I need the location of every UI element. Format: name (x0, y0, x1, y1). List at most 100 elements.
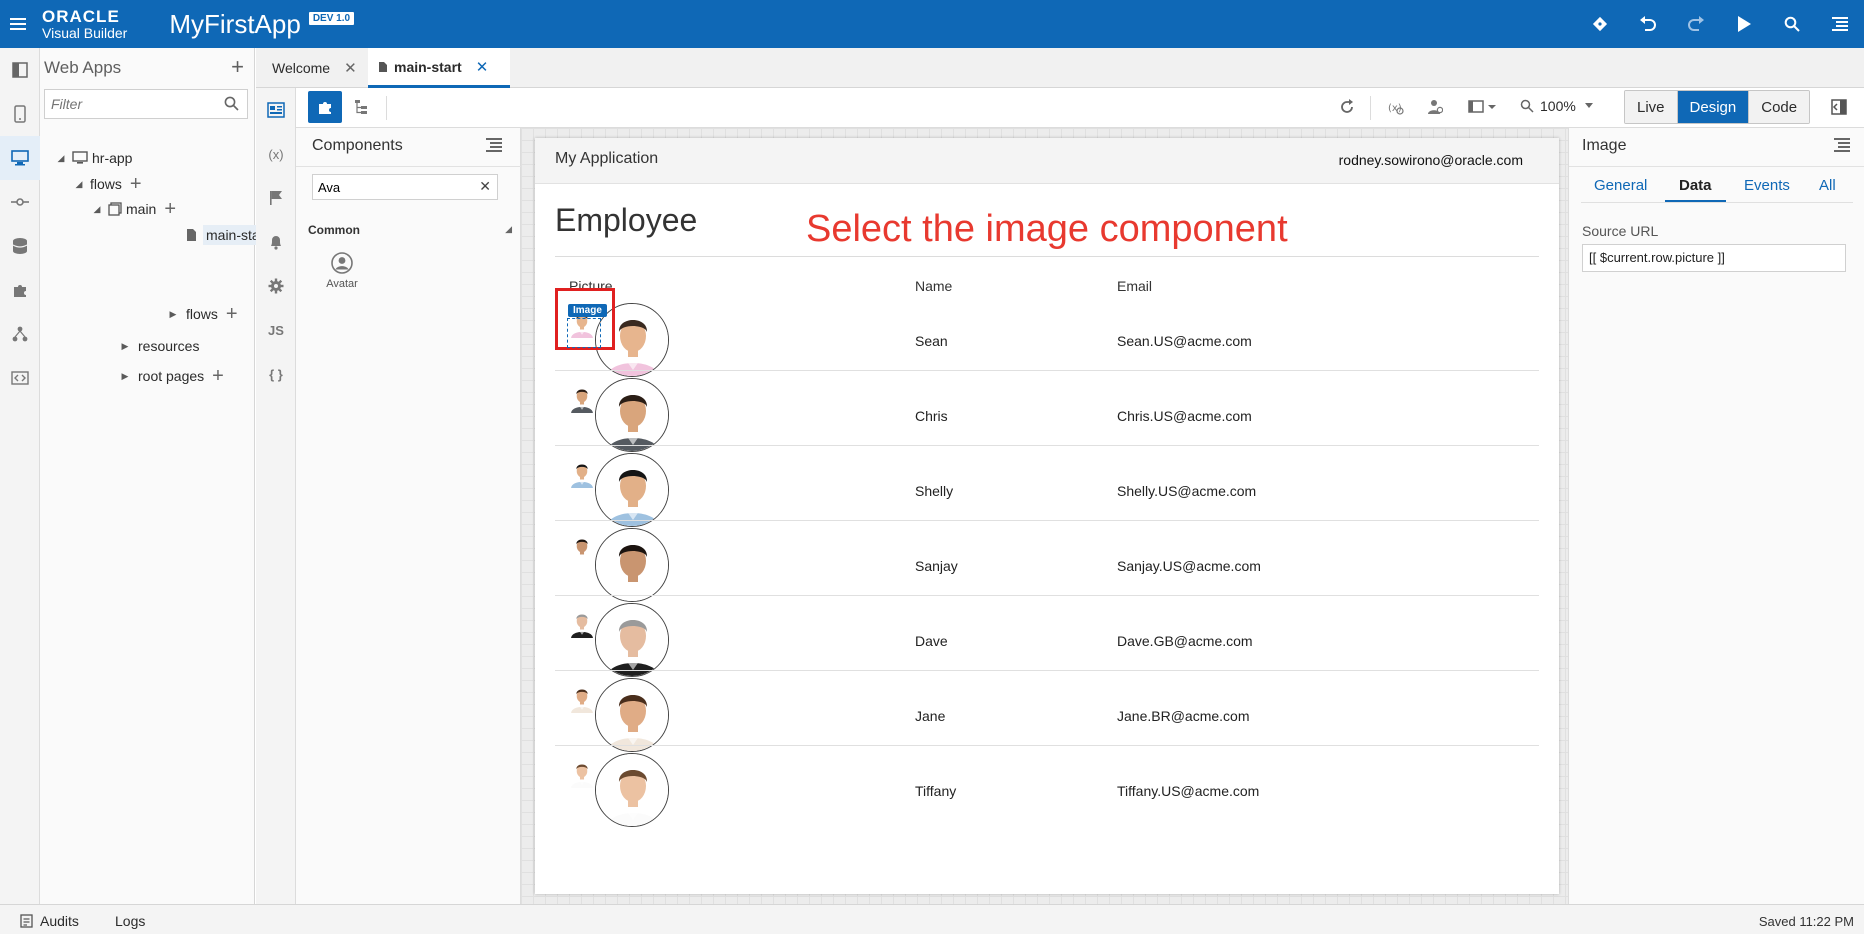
add-nested-flow-button[interactable]: + (226, 304, 238, 324)
page-app-header[interactable]: My Application rodney.sowirono@oracle.co… (535, 138, 1559, 184)
row-thumbnail-image[interactable] (567, 683, 597, 713)
clear-search-icon[interactable]: ✕ (479, 178, 491, 195)
tab-all[interactable]: All (1819, 177, 1836, 200)
component-search-field[interactable]: ✕ (312, 174, 498, 200)
row-avatar-image[interactable] (595, 603, 669, 677)
json-icon[interactable]: { } (256, 352, 296, 396)
structure-icon[interactable] (344, 91, 378, 123)
palette-section-common[interactable]: Common (308, 223, 360, 237)
avatar-component[interactable]: Avatar (314, 252, 370, 290)
design-mode-button[interactable]: Design (1677, 91, 1750, 123)
row-email-cell: Tiffany.US@acme.com (1117, 783, 1260, 799)
expanded-triangle-icon[interactable]: ◢ (54, 153, 68, 164)
properties-menu-icon[interactable] (1834, 138, 1850, 155)
column-header-email[interactable]: Email (1117, 278, 1152, 294)
audits-button[interactable]: Audits (20, 913, 79, 929)
business-objects-icon[interactable] (0, 224, 40, 268)
row-email-cell: Shelly.US@acme.com (1117, 483, 1257, 499)
page-designer-icon[interactable] (256, 88, 296, 132)
events-bell-icon[interactable] (256, 220, 296, 264)
row-avatar-image[interactable] (595, 453, 669, 527)
filter-field[interactable] (44, 89, 248, 119)
row-name-cell: Sanjay (915, 558, 958, 574)
source-icon[interactable] (0, 356, 40, 400)
live-mode-button[interactable]: Live (1625, 91, 1678, 123)
source-url-input[interactable]: [[ $current.row.picture ]] (1582, 244, 1846, 272)
tab-main-start[interactable]: main-start ✕ (368, 48, 510, 88)
image-selection-outline[interactable] (567, 318, 601, 348)
tree-item-flows-nested[interactable]: ▶ flows + (166, 302, 238, 326)
logs-button[interactable]: Logs (115, 913, 145, 929)
screen-size-dropdown[interactable] (1460, 91, 1504, 123)
chevron-down-icon (1584, 103, 1593, 108)
status-bar: Audits Logs Saved 11:22 PM (0, 904, 1864, 934)
component-search-input[interactable] (313, 175, 463, 199)
redo-icon[interactable] (1672, 0, 1720, 48)
run-icon[interactable] (1720, 0, 1768, 48)
user-roles-icon[interactable] (1418, 91, 1452, 123)
tab-data[interactable]: Data (1665, 177, 1726, 203)
hamburger-menu-icon[interactable] (0, 0, 36, 48)
row-thumbnail-image[interactable] (567, 608, 597, 638)
web-apps-icon[interactable] (0, 136, 40, 180)
mode-switch: Live Design Code (1624, 90, 1811, 124)
row-avatar-image[interactable] (595, 753, 669, 827)
row-avatar-image[interactable] (595, 378, 669, 452)
tab-welcome[interactable]: Welcome ✕ (270, 48, 366, 88)
version-badge: DEV 1.0 (308, 11, 355, 25)
close-icon[interactable]: ✕ (476, 58, 489, 76)
tree-item-root-pages[interactable]: ▶ root pages + (118, 364, 224, 388)
variables-preview-icon[interactable]: (x) (1378, 91, 1412, 123)
navigator-title: Web Apps (44, 58, 122, 77)
row-thumbnail-image[interactable] (567, 533, 597, 563)
tab-general[interactable]: General (1594, 177, 1647, 200)
refresh-icon[interactable] (1330, 91, 1364, 123)
add-page-button[interactable]: + (164, 199, 176, 219)
filter-input[interactable] (45, 90, 215, 118)
collapsed-triangle-icon[interactable]: ▶ (118, 371, 132, 382)
add-root-page-button[interactable]: + (212, 366, 224, 386)
row-avatar-image[interactable] (595, 678, 669, 752)
row-thumbnail-image[interactable] (567, 383, 597, 413)
mobile-icon[interactable] (0, 92, 40, 136)
actions-flag-icon[interactable] (256, 176, 296, 220)
row-avatar-image[interactable] (595, 528, 669, 602)
git-icon[interactable] (1576, 0, 1624, 48)
search-icon[interactable] (1768, 0, 1816, 48)
components-icon[interactable] (0, 268, 40, 312)
tree-item-resources[interactable]: ▶ resources (118, 334, 200, 358)
tree-item-main[interactable]: ◢ main + (90, 197, 177, 221)
variables-icon[interactable]: (x) (256, 132, 296, 176)
tree-item-flows[interactable]: ◢ flows + (72, 172, 142, 196)
settings-gear-icon[interactable] (256, 264, 296, 308)
column-header-name[interactable]: Name (915, 278, 952, 294)
collapsed-triangle-icon[interactable]: ▶ (118, 341, 132, 352)
components-palette-button[interactable] (308, 91, 342, 123)
collapsed-triangle-icon[interactable]: ▶ (166, 309, 180, 320)
process-icon[interactable] (0, 312, 40, 356)
row-name-cell: Sean (915, 333, 948, 349)
row-thumbnail-image[interactable] (567, 458, 597, 488)
section-collapse-icon[interactable]: ◢ (505, 224, 512, 235)
components-palette: Components ✕ Common ◢ Avatar (296, 128, 521, 904)
palette-menu-icon[interactable] (486, 138, 502, 155)
undo-icon[interactable] (1624, 0, 1672, 48)
zoom-dropdown[interactable]: 100% (1520, 98, 1594, 114)
row-divider (555, 670, 1539, 671)
code-mode-button[interactable]: Code (1749, 91, 1810, 123)
tab-events[interactable]: Events (1744, 177, 1790, 200)
js-icon[interactable]: JS (256, 308, 296, 352)
menu-icon[interactable] (1816, 0, 1864, 48)
row-thumbnail-image[interactable] (567, 758, 597, 788)
page-title[interactable]: Employee (555, 202, 697, 239)
add-flow-button[interactable]: + (130, 174, 142, 194)
expanded-triangle-icon[interactable]: ◢ (90, 204, 104, 215)
tree-item-hr-app[interactable]: ◢ hr-app (54, 146, 133, 170)
row-email-cell: Sean.US@acme.com (1117, 333, 1252, 349)
navigator-icon[interactable] (0, 48, 40, 92)
toggle-properties-icon[interactable] (1822, 91, 1856, 123)
services-icon[interactable] (0, 180, 40, 224)
close-icon[interactable]: ✕ (344, 59, 357, 77)
add-web-app-button[interactable]: + (231, 56, 244, 78)
expanded-triangle-icon[interactable]: ◢ (72, 179, 86, 190)
